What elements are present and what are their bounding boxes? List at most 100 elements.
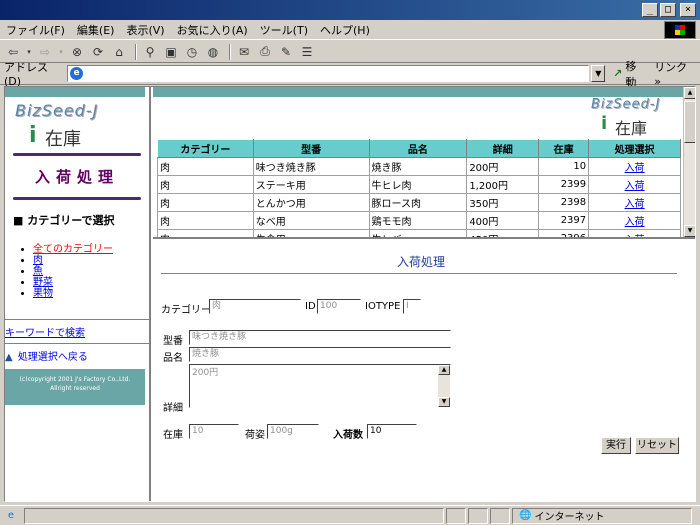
list-item: 野菜 bbox=[33, 277, 149, 288]
home-icon[interactable]: ⌂ bbox=[110, 43, 128, 61]
links-button[interactable]: リンク » bbox=[654, 59, 696, 88]
address-label: アドレス(D) bbox=[4, 61, 48, 88]
cell-category: 肉 bbox=[157, 211, 254, 230]
cell-category: 肉 bbox=[157, 157, 254, 176]
menu-edit[interactable]: 編集(E) bbox=[77, 22, 115, 38]
cell-model: 味つき焼き豚 bbox=[252, 157, 370, 176]
close-button[interactable]: × bbox=[680, 3, 696, 17]
receive-link[interactable]: 入荷 bbox=[588, 211, 681, 230]
category-link-all[interactable]: 全てのカテゴリー bbox=[33, 244, 113, 255]
scroll-thumb[interactable] bbox=[684, 101, 695, 143]
receive-link[interactable]: 入荷 bbox=[588, 175, 681, 194]
refresh-icon[interactable]: ⟳ bbox=[89, 43, 107, 61]
scroll-down-icon[interactable]: ▼ bbox=[684, 225, 695, 237]
column-header: 処理選択 bbox=[588, 139, 681, 158]
cell-detail: 400円 bbox=[466, 211, 540, 230]
cell-name: 鶏モモ肉 bbox=[368, 211, 468, 230]
status-cell bbox=[446, 507, 466, 524]
detail-value: 200円 bbox=[192, 368, 219, 378]
category-list: 全てのカテゴリー 肉 魚 野菜 果物 bbox=[33, 244, 149, 299]
maximize-button[interactable]: □ bbox=[660, 3, 676, 17]
cell-detail: 450円 bbox=[466, 229, 540, 237]
menu-file[interactable]: ファイル(F) bbox=[6, 22, 65, 38]
cell-category: 肉 bbox=[157, 229, 254, 237]
stop-icon[interactable]: ⊗ bbox=[68, 43, 86, 61]
keyword-search-link[interactable]: キーワードで検索 bbox=[5, 324, 149, 339]
receive-link[interactable]: 入荷 bbox=[588, 193, 681, 212]
left-teal-bar bbox=[5, 87, 145, 97]
cell-detail: 1,200円 bbox=[466, 175, 540, 194]
content-field[interactable]: 100g bbox=[267, 424, 319, 439]
top-frame: BizSeed-J i 在庫 カテゴリー 型番 品名 詳細 在庫 処理選択 肉 … bbox=[153, 87, 695, 239]
submit-button[interactable]: 実行 bbox=[601, 437, 631, 454]
detail-label: 詳細 bbox=[163, 403, 183, 414]
reset-button[interactable]: リセット bbox=[635, 437, 679, 454]
list-item: 魚 bbox=[33, 266, 149, 277]
print-icon[interactable]: ⎙ bbox=[256, 43, 274, 61]
name-field[interactable]: 焼き豚 bbox=[189, 347, 451, 362]
column-header: 詳細 bbox=[466, 139, 540, 158]
status-cell bbox=[490, 507, 510, 524]
form-frame: 入荷処理 カテゴリー 肉 ID 100 IOTYPE I 型番 味つき焼き豚 品… bbox=[153, 241, 695, 501]
back-link-label: 処理選択へ戻る bbox=[17, 352, 88, 363]
scroll-up-icon[interactable]: ▲ bbox=[684, 87, 695, 99]
textarea-scrollbar[interactable]: ▲ ▼ bbox=[438, 365, 450, 407]
logo-zaiko: 在庫 bbox=[615, 119, 648, 138]
column-header: カテゴリー bbox=[157, 139, 254, 158]
cell-stock: 10 bbox=[538, 157, 590, 176]
qty-field[interactable]: 10 bbox=[367, 424, 417, 439]
go-button[interactable]: ↗ 移動 bbox=[613, 58, 646, 90]
id-field[interactable]: 100 bbox=[317, 299, 361, 314]
forward-icon[interactable]: ⇨ bbox=[36, 43, 54, 61]
cell-stock: 2398 bbox=[538, 193, 590, 212]
discuss-icon[interactable]: ☰ bbox=[298, 43, 316, 61]
menu-view[interactable]: 表示(V) bbox=[126, 22, 164, 38]
dropdown-arrow-icon[interactable]: ▾ bbox=[57, 43, 65, 61]
category-link-fish[interactable]: 魚 bbox=[33, 266, 43, 277]
mail-icon[interactable]: ✉ bbox=[235, 43, 253, 61]
back-icon[interactable]: ⇦ bbox=[4, 43, 22, 61]
menu-help[interactable]: ヘルプ(H) bbox=[320, 22, 370, 38]
edit-icon[interactable]: ✎ bbox=[277, 43, 295, 61]
detail-textarea[interactable]: 200円 ▲ ▼ bbox=[189, 364, 451, 408]
stock-field[interactable]: 10 bbox=[189, 424, 239, 439]
top-frame-scrollbar[interactable]: ▲ ▼ bbox=[683, 87, 695, 237]
menu-tools[interactable]: ツール(T) bbox=[260, 22, 308, 38]
logo-text: BizSeed-J bbox=[15, 101, 99, 120]
back-to-menu-link[interactable]: ▲ 処理選択へ戻る bbox=[5, 348, 149, 363]
receive-link[interactable]: 入荷 bbox=[588, 229, 681, 237]
page-content: BizSeed-J i 在庫 入荷処理 ■ カテゴリーで選択 全てのカテゴリー … bbox=[4, 86, 696, 502]
category-link-fruit[interactable]: 果物 bbox=[33, 288, 53, 299]
inventory-table: カテゴリー 型番 品名 詳細 在庫 処理選択 肉 味つき焼き豚 焼き豚 200円… bbox=[157, 139, 681, 237]
cell-model: ステーキ用 bbox=[252, 175, 370, 194]
logo-i: i bbox=[29, 123, 37, 148]
scroll-up-icon[interactable]: ▲ bbox=[438, 365, 450, 375]
toolbar: ⇦ ▾ ⇨ ▾ ⊗ ⟳ ⌂ ⚲ ▣ ◷ ◍ ✉ ⎙ ✎ ☰ bbox=[0, 41, 700, 63]
zone-label: インターネット bbox=[534, 512, 605, 523]
category-link-meat[interactable]: 肉 bbox=[33, 255, 43, 266]
favorites-icon[interactable]: ▣ bbox=[162, 43, 180, 61]
menu-favorites[interactable]: お気に入り(A) bbox=[177, 22, 248, 38]
address-dropdown-button[interactable]: ▼ bbox=[591, 65, 606, 82]
address-input[interactable]: e bbox=[67, 65, 590, 82]
cell-model: とんかつ用 bbox=[252, 193, 370, 212]
receive-link[interactable]: 入荷 bbox=[588, 157, 681, 176]
category-field[interactable]: 肉 bbox=[209, 299, 301, 314]
bizseed-logo: BizSeed-J i 在庫 bbox=[15, 101, 133, 150]
copyright-block: (c)copyright 2001 J's Factory Co.,Ltd. A… bbox=[5, 369, 145, 405]
scroll-down-icon[interactable]: ▼ bbox=[438, 397, 450, 407]
table-row: 肉 ステーキ用 牛ヒレ肉 1,200円 2399 入荷 bbox=[157, 175, 681, 194]
minimize-button[interactable]: _ bbox=[642, 3, 658, 17]
model-field[interactable]: 味つき焼き豚 bbox=[189, 330, 451, 345]
logo-zaiko: 在庫 bbox=[45, 129, 81, 150]
iotype-field[interactable]: I bbox=[403, 299, 421, 314]
form-title: 入荷処理 bbox=[396, 255, 445, 269]
divider bbox=[13, 197, 141, 200]
status-text-cell bbox=[24, 507, 444, 524]
search-icon[interactable]: ⚲ bbox=[141, 43, 159, 61]
dropdown-arrow-icon[interactable]: ▾ bbox=[25, 43, 33, 61]
category-link-vegetable[interactable]: 野菜 bbox=[33, 277, 53, 288]
history-icon[interactable]: ◷ bbox=[183, 43, 201, 61]
table-row: 肉 なべ用 鶏モモ肉 400円 2397 入荷 bbox=[157, 211, 681, 230]
media-icon[interactable]: ◍ bbox=[204, 43, 222, 61]
